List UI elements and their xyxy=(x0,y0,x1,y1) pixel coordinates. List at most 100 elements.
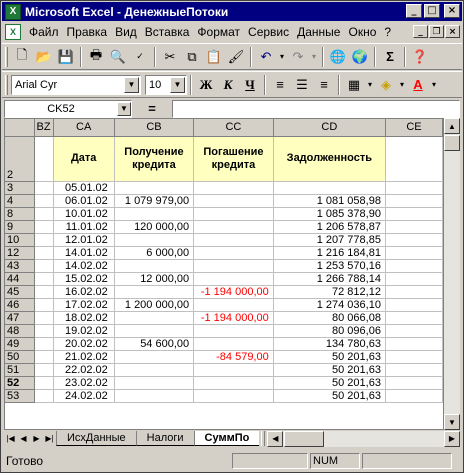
print-preview-icon[interactable]: 🔍 xyxy=(107,46,129,68)
align-left-icon[interactable]: ≡ xyxy=(269,74,291,96)
cell[interactable] xyxy=(385,220,443,234)
row-header[interactable]: 53 xyxy=(5,389,35,403)
cell-loan-repaid[interactable] xyxy=(193,389,274,403)
cell-debt[interactable]: 72 812,12 xyxy=(273,285,386,299)
row-header[interactable]: 46 xyxy=(5,298,35,312)
menu-data[interactable]: Данные xyxy=(293,25,344,39)
fill-color-dropdown-icon[interactable]: ▾ xyxy=(397,74,407,96)
maximize-button[interactable]: □ xyxy=(424,4,440,18)
sheet-tab[interactable]: ИсхДанные xyxy=(56,431,136,446)
vertical-scrollbar[interactable]: ▲ ▼ xyxy=(444,118,460,430)
column-header[interactable]: CB xyxy=(114,119,195,137)
header-cell-loan-repaid[interactable]: Погашение кредита xyxy=(193,136,274,182)
scroll-down-icon[interactable]: ▼ xyxy=(444,414,460,430)
cell[interactable] xyxy=(34,363,54,377)
cell-loan-repaid[interactable] xyxy=(193,207,274,221)
header-cell-debt[interactable]: Задолженность xyxy=(273,136,386,182)
doc-minimize-button[interactable]: _ xyxy=(413,25,428,38)
cell-debt[interactable]: 1 253 570,16 xyxy=(273,259,386,273)
name-box[interactable]: CK52 ▼ xyxy=(4,99,132,118)
row-header[interactable]: 43 xyxy=(5,259,35,273)
last-sheet-icon[interactable]: ▶| xyxy=(43,431,56,446)
cell-debt[interactable]: 1 081 058,98 xyxy=(273,194,386,208)
row-header[interactable]: 45 xyxy=(5,285,35,299)
cell-loan-repaid[interactable] xyxy=(193,363,274,377)
undo-dropdown-icon[interactable]: ▾ xyxy=(277,46,287,68)
cell-debt[interactable]: 50 201,63 xyxy=(273,363,386,377)
cell[interactable] xyxy=(385,376,443,390)
menu-view[interactable]: Вид xyxy=(111,25,141,39)
cell-loan-received[interactable] xyxy=(114,350,195,364)
cell-loan-received[interactable] xyxy=(114,389,195,403)
header-cell-loan-received[interactable]: Получение кредита xyxy=(114,136,195,182)
menu-tools[interactable]: Сервис xyxy=(244,25,293,39)
horizontal-scroll-thumb[interactable] xyxy=(284,430,325,447)
doc-close-button[interactable]: × xyxy=(445,25,460,38)
close-button[interactable]: × xyxy=(444,4,460,18)
cell-loan-repaid[interactable] xyxy=(193,194,274,208)
cell-date[interactable]: 11.01.02 xyxy=(53,220,115,234)
cell-loan-received[interactable] xyxy=(114,207,195,221)
cell[interactable] xyxy=(34,181,54,195)
cell-debt[interactable]: 50 201,63 xyxy=(273,389,386,403)
cell[interactable] xyxy=(385,181,443,195)
undo-icon[interactable]: ↶ xyxy=(255,46,277,68)
redo-icon[interactable]: ↷ xyxy=(287,46,309,68)
scroll-right-icon[interactable]: ▶ xyxy=(444,430,460,447)
cell-debt[interactable]: 1 216 184,81 xyxy=(273,246,386,260)
cell[interactable] xyxy=(34,324,54,338)
row-header[interactable]: 47 xyxy=(5,311,35,325)
cell-date[interactable]: 12.01.02 xyxy=(53,233,115,247)
cell[interactable] xyxy=(34,136,54,182)
row-header[interactable]: 9 xyxy=(5,220,35,234)
cell-date[interactable]: 14.02.02 xyxy=(53,259,115,273)
cell[interactable] xyxy=(385,389,443,403)
cell-loan-received[interactable]: 54 600,00 xyxy=(114,337,195,351)
cell[interactable] xyxy=(385,272,443,286)
cell[interactable] xyxy=(385,233,443,247)
format-painter-icon[interactable]: 🖌 xyxy=(225,46,247,68)
cell[interactable] xyxy=(34,246,54,260)
cell-debt[interactable]: 80 066,08 xyxy=(273,311,386,325)
cell-debt[interactable]: 80 096,06 xyxy=(273,324,386,338)
next-sheet-icon[interactable]: ▶ xyxy=(30,431,43,446)
row-header[interactable]: 50 xyxy=(5,350,35,364)
column-header[interactable]: CE xyxy=(385,119,443,137)
workbook-icon[interactable]: X xyxy=(5,24,21,40)
copy-icon[interactable]: ⧉ xyxy=(181,46,203,68)
cell-loan-received[interactable] xyxy=(114,376,195,390)
first-sheet-icon[interactable]: |◀ xyxy=(4,431,17,446)
bold-button[interactable]: Ж xyxy=(195,74,217,96)
underline-button[interactable]: Ч xyxy=(239,74,261,96)
cell[interactable] xyxy=(34,233,54,247)
cell-debt[interactable]: 1 085 378,90 xyxy=(273,207,386,221)
cell[interactable] xyxy=(385,194,443,208)
row-header[interactable]: 12 xyxy=(5,246,35,260)
cell-date[interactable]: 22.02.02 xyxy=(53,363,115,377)
cell-date[interactable]: 19.02.02 xyxy=(53,324,115,338)
cell[interactable] xyxy=(34,337,54,351)
menu-insert[interactable]: Вставка xyxy=(141,25,194,39)
cell-date[interactable]: 05.01.02 xyxy=(53,181,115,195)
spelling-icon[interactable]: ✓ xyxy=(129,46,151,68)
cell[interactable] xyxy=(34,285,54,299)
scroll-left-icon[interactable]: ◀ xyxy=(267,430,284,447)
cell[interactable] xyxy=(34,259,54,273)
cell[interactable] xyxy=(34,350,54,364)
print-icon[interactable]: 🖶 xyxy=(85,46,107,68)
cell-loan-repaid[interactable]: -1 194 000,00 xyxy=(193,311,274,325)
cell-date[interactable]: 21.02.02 xyxy=(53,350,115,364)
column-header[interactable]: CA xyxy=(53,119,115,137)
horizontal-scrollbar[interactable]: ◀ ▶ xyxy=(267,430,460,447)
toolbar-grip[interactable] xyxy=(5,46,8,67)
office-assistant-icon[interactable]: ❓ xyxy=(409,46,431,68)
paste-icon[interactable]: 📋 xyxy=(203,46,225,68)
fill-color-icon[interactable]: ◈ xyxy=(375,74,397,96)
cell-loan-repaid[interactable]: -1 194 000,00 xyxy=(193,285,274,299)
cell[interactable] xyxy=(385,259,443,273)
menu-format[interactable]: Формат xyxy=(193,25,244,39)
cell-loan-received[interactable] xyxy=(114,363,195,377)
cell[interactable] xyxy=(34,311,54,325)
cell[interactable] xyxy=(385,337,443,351)
font-color-icon[interactable]: A xyxy=(407,74,429,96)
